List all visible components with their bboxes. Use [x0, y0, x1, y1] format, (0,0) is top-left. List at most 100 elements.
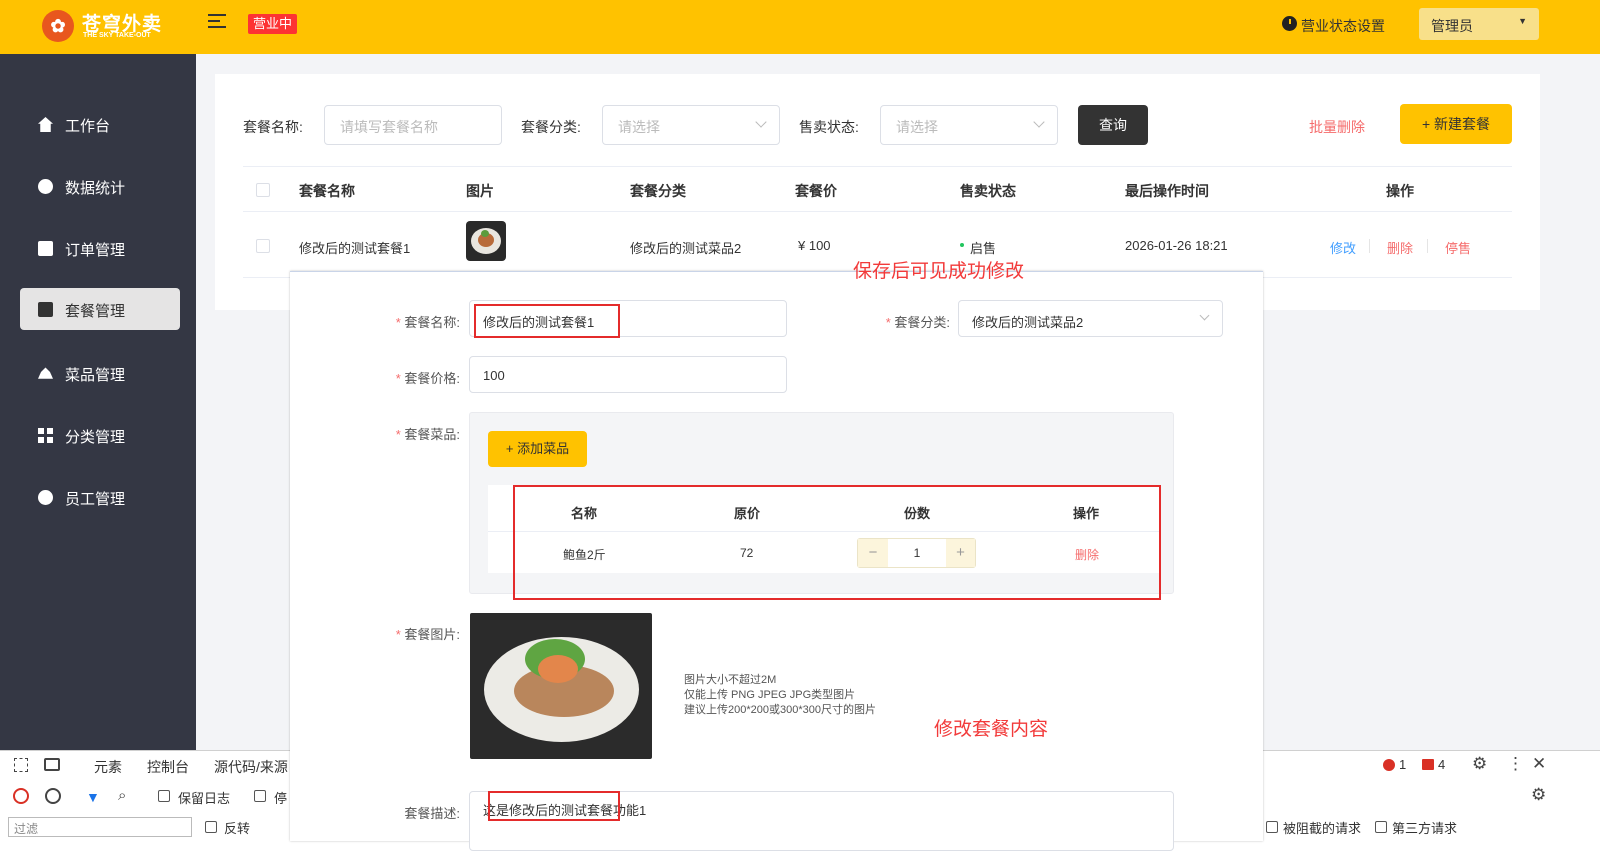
- disable-cache-label: 停: [274, 791, 288, 806]
- filter-name-label: 套餐名称:: [243, 119, 303, 135]
- edit-link[interactable]: 修改: [1330, 238, 1356, 257]
- clipboard-icon: [38, 241, 53, 256]
- sidebar-item-statistics[interactable]: 数据统计: [20, 165, 180, 207]
- input-placeholder: 请填写套餐名称: [340, 119, 438, 135]
- chart-icon: [38, 179, 53, 194]
- image-hint-dimensions: 建议上传200*200或300*300尺寸的图片: [684, 704, 876, 716]
- stop-sale-link[interactable]: 停售: [1445, 238, 1471, 257]
- filter-category-label: 套餐分类:: [521, 119, 581, 135]
- sidebar: 工作台 数据统计 订单管理 套餐管理 菜品管理 分类管理 员工管理: [0, 54, 196, 750]
- name-field-label: * 套餐名称:: [395, 315, 460, 330]
- status-settings-link[interactable]: 营业状态设置: [1301, 16, 1385, 36]
- third-party-checkbox[interactable]: [1375, 821, 1387, 833]
- cell-category: 修改后的测试菜品2: [630, 241, 742, 256]
- filter-icon[interactable]: ▼: [86, 789, 100, 805]
- clear-icon[interactable]: [45, 788, 61, 804]
- sidebar-item-setmeal[interactable]: 套餐管理: [20, 288, 180, 330]
- devtools-tab-elements[interactable]: 元素: [94, 757, 122, 777]
- row-checkbox[interactable]: [256, 239, 270, 253]
- sidebar-item-employees[interactable]: 员工管理: [20, 476, 180, 518]
- error-icon: [1383, 759, 1395, 771]
- admin-name: 管理员: [1431, 18, 1473, 34]
- sidebar-item-workbench[interactable]: 工作台: [20, 103, 180, 145]
- invert-label: 反转: [224, 821, 251, 836]
- devtools-tab-sources[interactable]: 源代码/来源: [214, 757, 288, 777]
- table-header: 套餐名称 图片 套餐分类 套餐价 售卖状态 最后操作时间 操作: [243, 166, 1512, 212]
- delete-link[interactable]: 删除: [1387, 238, 1413, 257]
- chevron-down-icon: [755, 116, 767, 128]
- issue-count[interactable]: 4: [1438, 757, 1445, 772]
- setmeal-category-select[interactable]: 修改后的测试菜品2: [958, 300, 1223, 337]
- setmeal-image-upload[interactable]: [470, 613, 652, 759]
- price-field-label: * 套餐价格:: [395, 371, 460, 386]
- info-icon: [38, 490, 53, 505]
- preserve-log-checkbox[interactable]: [158, 790, 170, 802]
- category-select[interactable]: 请选择: [602, 105, 780, 145]
- devtools-tab-console[interactable]: 控制台: [147, 757, 189, 777]
- chevron-down-icon: [1199, 310, 1210, 321]
- query-button[interactable]: 查询: [1078, 105, 1148, 145]
- image-hint-type: 仅能上传 PNG JPEG JPG类型图片: [684, 689, 856, 701]
- category-field-label: * 套餐分类:: [885, 315, 950, 330]
- blocked-requests-checkbox[interactable]: [1266, 821, 1278, 833]
- cell-name: 修改后的测试套餐1: [299, 241, 411, 256]
- cell-price: ¥ 100: [798, 238, 831, 253]
- settings-gear-icon[interactable]: ⚙: [1472, 754, 1487, 774]
- error-count[interactable]: 1: [1399, 757, 1406, 772]
- close-icon[interactable]: ✕: [1532, 754, 1546, 774]
- dish-cover-icon: [38, 367, 53, 379]
- filter-status-label: 售卖状态:: [799, 119, 859, 135]
- setmeal-name-input[interactable]: 请填写套餐名称: [324, 105, 502, 145]
- gift-icon: [38, 302, 53, 317]
- logo-subtitle: THE SKY TAKE-OUT: [83, 32, 151, 39]
- logo-icon: ✿: [42, 10, 74, 42]
- inspect-icon[interactable]: [14, 758, 28, 772]
- network-settings-gear-icon[interactable]: ⚙: [1531, 785, 1546, 805]
- column-header: 售卖状态: [960, 183, 1016, 199]
- sidebar-item-categories[interactable]: 分类管理: [20, 414, 180, 456]
- sidebar-item-label: 数据统计: [65, 180, 126, 197]
- status-select[interactable]: 请选择: [880, 105, 1058, 145]
- annotation-saved-note: 保存后可见成功修改: [853, 261, 1025, 282]
- disable-cache-checkbox[interactable]: [254, 790, 266, 802]
- more-options-icon[interactable]: ⋮: [1507, 754, 1524, 774]
- price-field-value: 100: [483, 368, 505, 383]
- cell-status: 启售: [970, 241, 997, 256]
- shop-status-badge: 营业中: [248, 14, 298, 34]
- select-all-checkbox[interactable]: [256, 183, 270, 197]
- search-icon[interactable]: ⌕: [118, 787, 126, 804]
- dishes-field-label: * 套餐菜品:: [395, 427, 460, 442]
- blocked-requests-label: 被阻截的请求: [1283, 821, 1362, 836]
- record-icon[interactable]: [13, 788, 29, 804]
- network-filter-input[interactable]: 过滤: [8, 817, 192, 837]
- clock-icon: [1282, 16, 1297, 31]
- highlight-box-name: [474, 304, 620, 338]
- caret-down-icon: ▼: [1518, 16, 1527, 26]
- setmeal-price-field[interactable]: 100: [469, 356, 787, 393]
- select-placeholder: 请选择: [896, 119, 938, 135]
- batch-delete-button[interactable]: 批量删除: [1309, 117, 1365, 137]
- sidebar-item-label: 菜品管理: [65, 367, 126, 384]
- sidebar-item-dishes[interactable]: 菜品管理: [20, 352, 180, 394]
- device-toolbar-icon[interactable]: [44, 758, 60, 771]
- column-header: 套餐分类: [630, 183, 686, 199]
- invert-checkbox[interactable]: [205, 821, 217, 833]
- chevron-down-icon: [1033, 116, 1045, 128]
- new-setmeal-button[interactable]: + 新建套餐: [1400, 104, 1512, 144]
- sidebar-item-orders[interactable]: 订单管理: [20, 227, 180, 269]
- description-field-label: 套餐描述:: [404, 806, 460, 821]
- image-field-label: * 套餐图片:: [395, 627, 460, 642]
- column-header: 操作: [1386, 183, 1414, 199]
- menu-toggle-icon[interactable]: [208, 14, 226, 32]
- divider: [1427, 239, 1428, 253]
- highlight-box-dishes: [513, 485, 1161, 600]
- add-dish-button[interactable]: + 添加菜品: [488, 431, 587, 467]
- admin-dropdown[interactable]: 管理员 ▼: [1419, 8, 1539, 40]
- annotation-edit-note: 修改套餐内容: [934, 719, 1049, 740]
- status-dot-icon: [960, 243, 964, 247]
- divider: [1369, 239, 1370, 253]
- third-party-label: 第三方请求: [1392, 821, 1458, 836]
- category-field-value: 修改后的测试菜品2: [972, 315, 1084, 330]
- home-icon: [38, 117, 53, 132]
- image-hint-size: 图片大小不超过2M: [684, 674, 777, 686]
